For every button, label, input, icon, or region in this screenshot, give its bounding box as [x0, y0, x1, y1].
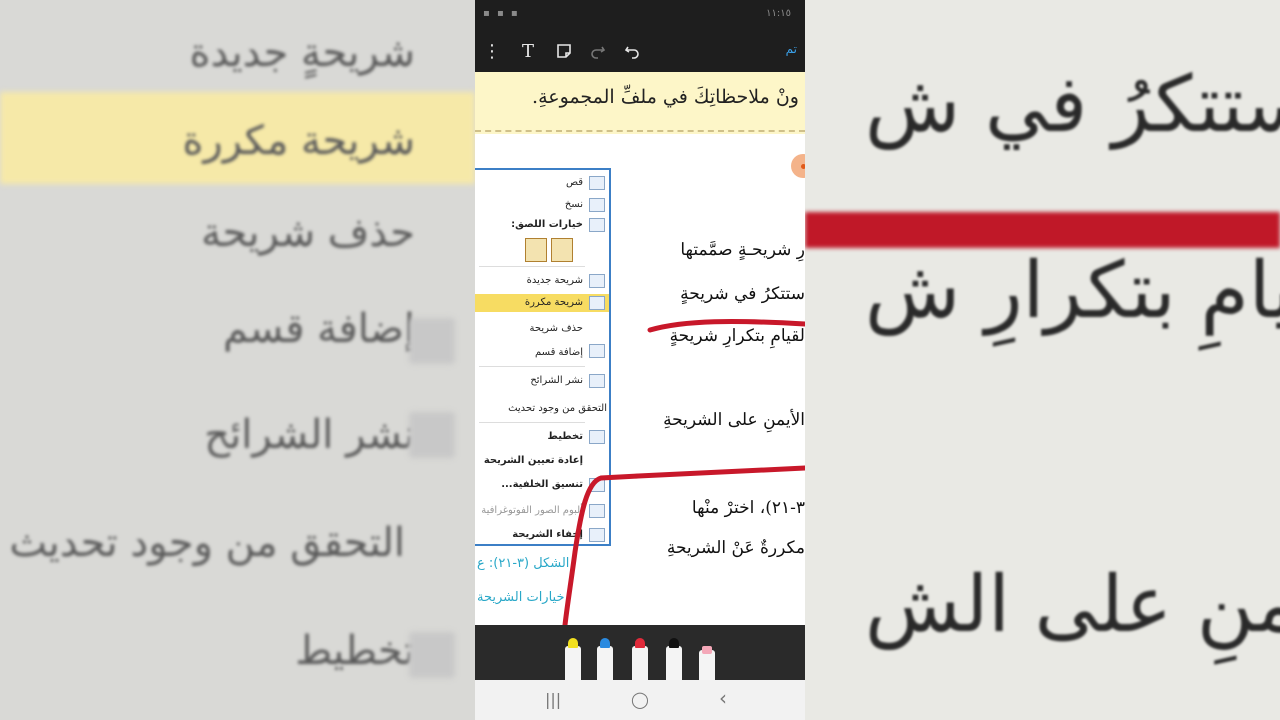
black-pen-icon[interactable] [666, 638, 682, 680]
system-nav-bar: ||| ◯ ‹ [475, 680, 805, 720]
annotation-toolbar: ⋮ T تم [475, 30, 805, 72]
home-button[interactable]: ◯ [631, 690, 649, 709]
background-text-line: إضافة قسم [223, 306, 415, 352]
sticky-note-icon[interactable] [551, 38, 577, 64]
ink-bracket-stroke [562, 465, 805, 625]
eraser-icon[interactable] [699, 646, 715, 680]
background-text-line: نشر الشرائح [204, 412, 415, 458]
redo-icon[interactable] [585, 38, 611, 64]
background-text-line: ستتكرُ في ش [865, 60, 1280, 150]
more-options-icon[interactable]: ⋮ [479, 38, 505, 64]
done-button[interactable]: تم [786, 42, 797, 56]
background-icon [409, 318, 455, 364]
background-text-line: لقيامِ بتكرارِ ش [865, 246, 1280, 336]
background-text-line: شريحة مكررة [182, 118, 415, 164]
red-pen-icon[interactable] [632, 638, 648, 680]
yellow-highlighter-icon[interactable] [565, 638, 581, 680]
background-icon [409, 412, 455, 458]
status-time: ١١:١٥ [766, 8, 791, 19]
ink-annotations [562, 319, 805, 625]
ink-underline-stroke [647, 319, 805, 333]
status-bar: ▪ ▪ ▪ ١١:١٥ [475, 0, 805, 30]
back-button[interactable]: ‹ [719, 686, 727, 710]
background-icon [409, 632, 455, 678]
background-ink-band [805, 212, 1280, 248]
background-text-line: التحقق من وجود تحديث [9, 520, 405, 566]
phone-screen: ▪ ▪ ▪ ١١:١٥ ⋮ T تم ونْ ملاحظاتِكَ في ملف… [475, 0, 805, 720]
recents-button[interactable]: ||| [545, 690, 561, 709]
background-text-line: الأيمنِ على الش [865, 560, 1280, 650]
background-right: ستتكرُ في ش لقيامِ بتكرارِ ش الأيمنِ على… [805, 0, 1280, 720]
pen-tray [475, 625, 805, 680]
background-text-line: تخطيط [295, 628, 415, 674]
undo-icon[interactable] [619, 38, 645, 64]
status-icons: ▪ ▪ ▪ [483, 8, 520, 19]
blue-pen-icon[interactable] [597, 638, 613, 680]
background-left: شريحةٍ جديدة شريحة مكررة حذف شريحة إضافة… [0, 0, 475, 720]
document-page[interactable]: ونْ ملاحظاتِكَ في ملفِّ المجموعةِ. قص نس… [475, 72, 805, 625]
background-text-line: شريحةٍ جديدة [189, 30, 415, 76]
background-text-line: حذف شريحة [201, 210, 415, 256]
text-tool-icon[interactable]: T [515, 38, 541, 64]
